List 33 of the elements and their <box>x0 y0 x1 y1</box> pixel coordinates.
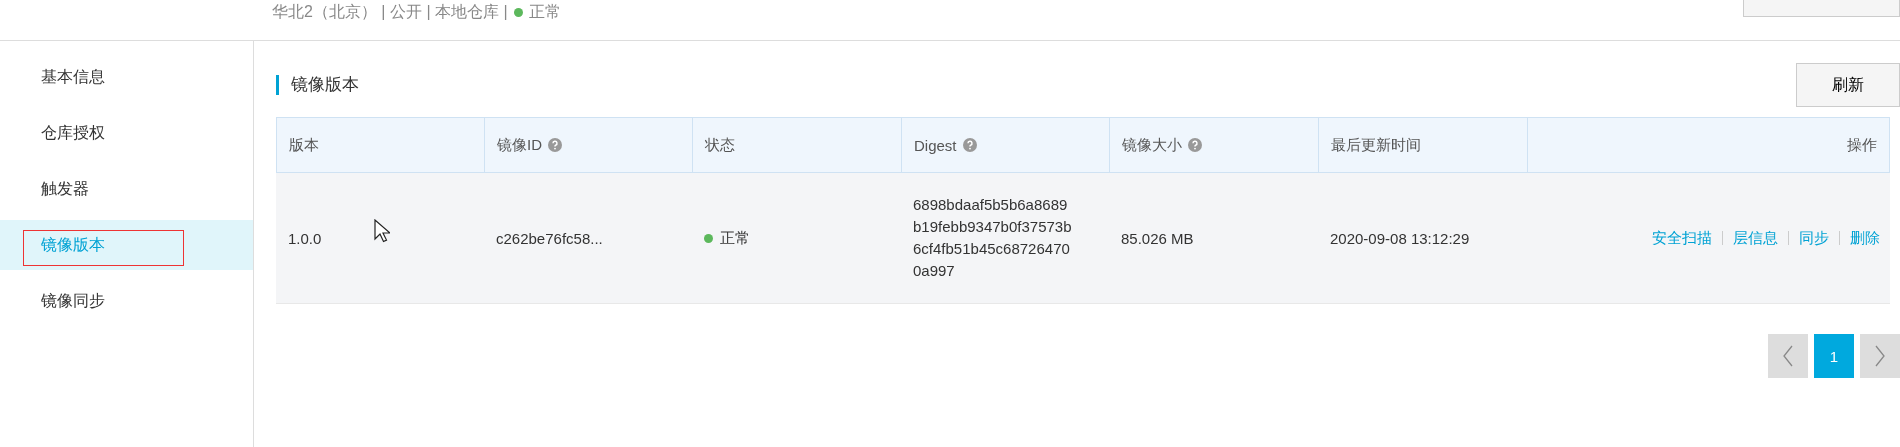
action-link[interactable]: 删除 <box>1850 228 1880 248</box>
next-page-button[interactable] <box>1860 334 1900 378</box>
top-button[interactable] <box>1743 0 1900 17</box>
chevron-right-icon <box>1874 345 1886 367</box>
breadcrumb: 华北2（北京） | 公开 | 本地仓库 | <box>272 2 508 22</box>
sidebar-item[interactable]: 镜像同步 <box>0 273 253 329</box>
action-link[interactable]: 同步 <box>1799 228 1829 248</box>
previous-page-button[interactable] <box>1768 334 1808 378</box>
table-cell: 1.0.0 <box>276 173 484 303</box>
status-text: 正常 <box>720 228 750 248</box>
action-link[interactable]: 安全扫描 <box>1652 228 1712 248</box>
sidebar-item[interactable]: 基本信息 <box>0 49 253 105</box>
column-label: 镜像ID <box>497 135 542 155</box>
cursor-icon <box>374 219 390 243</box>
sidebar-item[interactable]: 仓库授权 <box>0 105 253 161</box>
column-label: 操作 <box>1847 135 1877 155</box>
refresh-button[interactable]: 刷新 <box>1796 63 1900 107</box>
table-cell-text: 2020-09-08 13:12:29 <box>1329 228 1471 249</box>
sidebar-item[interactable]: 触发器 <box>0 161 253 217</box>
sidebar-item[interactable]: 镜像版本 <box>0 220 253 270</box>
table-cell-text: c262be76fc58... <box>495 228 604 249</box>
table-cell-text: 85.026 MB <box>1120 228 1195 249</box>
chevron-left-icon <box>1782 345 1794 367</box>
status-text: 正常 <box>528 2 561 22</box>
column-label: 版本 <box>289 135 319 155</box>
page-button[interactable]: 1 <box>1814 334 1854 378</box>
column-label: Digest <box>914 136 957 154</box>
column-label: 镜像大小 <box>1122 135 1182 155</box>
table-cell-text: 6898bdaaf5b5b6a8689b19febb9347b0f37573b6cf4fb51b45c687264700a997 <box>912 195 1073 281</box>
column-label: 最后更新时间 <box>1331 135 1421 155</box>
section-title: 镜像版本 <box>276 75 359 95</box>
action-link[interactable]: 层信息 <box>1733 228 1778 248</box>
column-label: 状态 <box>705 135 735 155</box>
